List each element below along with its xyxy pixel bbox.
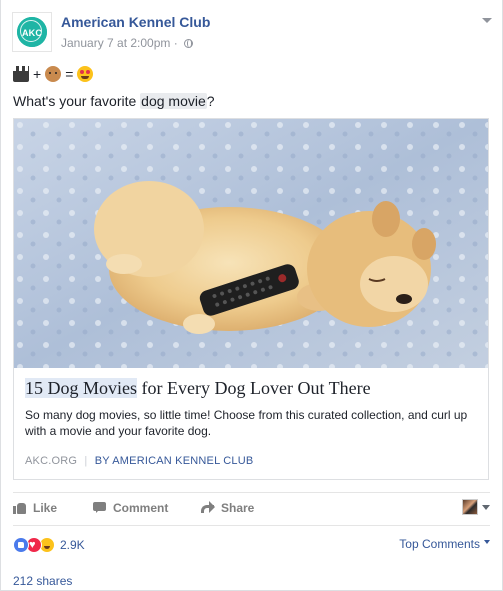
- plus-sign: +: [33, 66, 42, 82]
- reaction-count: 2.9K: [60, 538, 85, 552]
- avatar-text: AKC: [21, 28, 43, 38]
- profile-switcher[interactable]: [462, 499, 490, 515]
- link-description: So many dog movies, so little time! Choo…: [25, 408, 468, 438]
- link-byline[interactable]: BY AMERICAN KENNEL CLUB: [95, 455, 254, 467]
- comment-icon: [93, 501, 107, 515]
- like-reaction-icon: [13, 537, 29, 553]
- dog-face-icon: [45, 66, 62, 82]
- akc-logo-icon: AKC: [17, 17, 47, 47]
- top-comments-dropdown[interactable]: Top Comments: [399, 537, 490, 551]
- sleeping-pomeranian-photo: [14, 119, 488, 368]
- user-avatar: [462, 499, 478, 515]
- reactions-summary[interactable]: 2.9K: [13, 537, 85, 553]
- caret-down-icon: [484, 540, 490, 544]
- comment-button[interactable]: Comment: [93, 501, 168, 515]
- link-preview-image[interactable]: [14, 119, 488, 368]
- link-source: AKC.ORG | BY AMERICAN KENNEL CLUB: [25, 455, 477, 467]
- equals-sign: =: [65, 66, 74, 82]
- page-name-link[interactable]: American Kennel Club: [61, 14, 210, 30]
- shares-count-link[interactable]: 212 shares: [13, 574, 72, 588]
- actions-top-divider: [13, 492, 490, 493]
- link-domain: AKC.ORG: [25, 455, 78, 467]
- actions-bottom-divider: [13, 525, 490, 526]
- post-header: AKC American Kennel Club January 7 at 2:…: [12, 12, 492, 56]
- heart-eyes-icon: [77, 66, 94, 82]
- post-meta: January 7 at 2:00pm ·: [61, 36, 194, 50]
- clapper-board-icon: [13, 66, 29, 82]
- thumbs-up-icon: [13, 501, 27, 515]
- globe-icon: [184, 39, 194, 48]
- share-arrow-icon: [201, 501, 215, 515]
- post-actions-bar: Like Comment Share: [13, 499, 490, 519]
- link-title-highlight: 15 Dog Movies: [25, 378, 137, 398]
- link-preview-card[interactable]: 15 Dog Movies for Every Dog Lover Out Th…: [13, 118, 489, 480]
- post-timestamp[interactable]: January 7 at 2:00pm: [61, 36, 170, 50]
- link-title[interactable]: 15 Dog Movies for Every Dog Lover Out Th…: [25, 377, 477, 399]
- emoji-equation: + =: [13, 66, 94, 82]
- link-preview-body: 15 Dog Movies for Every Dog Lover Out Th…: [25, 377, 477, 467]
- post-text: What's your favorite dog movie?: [13, 93, 215, 109]
- facebook-post-card: AKC American Kennel Club January 7 at 2:…: [0, 0, 503, 591]
- hashtag-highlight-link[interactable]: dog movie: [140, 93, 207, 109]
- source-separator: |: [84, 455, 88, 467]
- like-button[interactable]: Like: [13, 501, 57, 515]
- share-button[interactable]: Share: [201, 501, 254, 515]
- post-options-chevron-icon[interactable]: [481, 16, 492, 26]
- page-avatar[interactable]: AKC: [12, 12, 52, 52]
- caret-down-icon: [482, 504, 490, 510]
